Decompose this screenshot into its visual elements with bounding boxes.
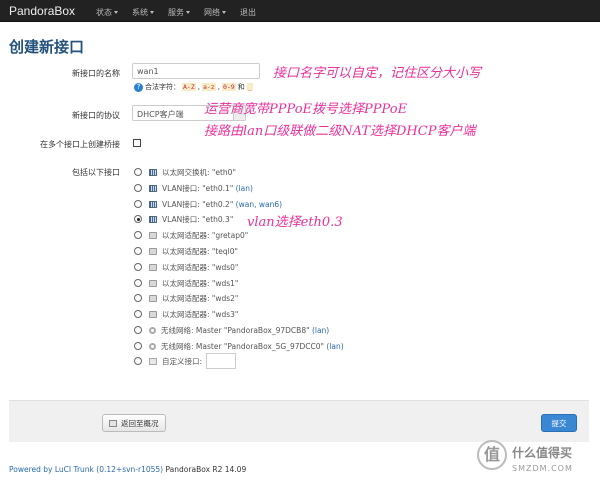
smzdm-logo: 值: [477, 440, 507, 470]
switch-icon: [149, 200, 157, 208]
top-navbar: PandoraBox 状态 系统 服务 网络 退出: [0, 0, 600, 22]
nav-services[interactable]: 服务: [168, 7, 190, 18]
nav-status[interactable]: 状态: [96, 7, 118, 18]
radio-button[interactable]: [134, 200, 142, 208]
interface-option[interactable]: 以太网适配器: "wds3": [134, 308, 238, 320]
switch-icon: [149, 168, 157, 176]
radio-button[interactable]: [134, 184, 142, 192]
interface-option[interactable]: 以太网适配器: "teql0": [134, 245, 238, 257]
ethernet-icon: [149, 279, 157, 287]
brand-logo[interactable]: PandoraBox: [9, 4, 75, 18]
main-nav: 状态 系统 服务 网络 退出: [96, 7, 256, 18]
nav-logout[interactable]: 退出: [240, 7, 256, 18]
interface-option[interactable]: VLAN接口: "eth0.1" (lan): [134, 182, 253, 194]
custom-interface-icon: [149, 357, 157, 365]
help-icon: ?: [134, 82, 143, 92]
ethernet-icon: [149, 294, 157, 302]
ethernet-icon: [149, 247, 157, 255]
annotation-name: 接口名字可以自定，记住区分大小写: [273, 66, 482, 81]
radio-button[interactable]: [134, 263, 142, 271]
interface-option[interactable]: 以太网适配器: "wds2": [134, 292, 238, 304]
ethernet-icon: [149, 310, 157, 318]
interface-option[interactable]: 以太网适配器: "gretap0": [134, 229, 248, 241]
interface-name-input[interactable]: wan1: [132, 63, 260, 79]
interface-option[interactable]: 无线网络: Master "PandoraBox_97DCB8" (lan): [134, 324, 329, 336]
interface-option[interactable]: 无线网络: Master "PandoraBox_5G_97DCC0" (lan…: [134, 340, 344, 352]
radio-button[interactable]: [134, 326, 142, 334]
interface-option[interactable]: 自定义接口:: [134, 353, 237, 369]
watermark: 值 什么值得买 SMZDM.COM: [477, 438, 595, 486]
wifi-icon: [149, 326, 156, 334]
radio-button[interactable]: [134, 279, 142, 287]
radio-button[interactable]: [134, 247, 142, 255]
radio-button-selected[interactable]: [134, 215, 142, 223]
bridge-label: 在多个接口上创建桥接: [40, 140, 120, 149]
footer-credits: Powered by LuCI Trunk (0.12+svn-r1055) P…: [9, 465, 247, 474]
wifi-icon: [149, 342, 156, 350]
back-to-overview-button[interactable]: 返回至概况: [102, 414, 166, 432]
chevron-down-icon: [150, 11, 154, 14]
radio-button[interactable]: [134, 294, 142, 302]
annotation-dhcp: 接路由lan口级联做二级NAT选择DHCP客户端: [204, 124, 476, 139]
custom-interface-input[interactable]: [206, 353, 237, 369]
watermark-title: 什么值得买: [512, 446, 573, 460]
annotation-vlan: vlan选择eth0.3: [247, 215, 343, 230]
radio-button[interactable]: [134, 310, 142, 318]
radio-button[interactable]: [134, 342, 142, 350]
nav-system[interactable]: 系统: [132, 7, 154, 18]
radio-button[interactable]: [134, 231, 142, 239]
interface-option[interactable]: 以太网适配器: "wds0": [134, 261, 238, 273]
watermark-site: SMZDM.COM: [512, 464, 573, 473]
nav-network[interactable]: 网络: [204, 7, 226, 18]
chevron-down-icon: [114, 11, 118, 14]
cover-label: 包括以下接口: [72, 168, 120, 177]
submit-button[interactable]: 提交: [541, 414, 577, 432]
bridge-checkbox[interactable]: [133, 139, 141, 147]
luci-link[interactable]: Powered by LuCI Trunk (0.12+svn-r1055): [9, 465, 163, 474]
interface-option[interactable]: VLAN接口: "eth0.2" (wan, wan6): [134, 198, 282, 210]
ethernet-icon: [149, 231, 157, 239]
name-label: 新接口的名称: [72, 69, 120, 78]
switch-icon: [149, 184, 157, 192]
page-title: 创建新接口: [9, 39, 85, 56]
chevron-down-icon: [186, 11, 190, 14]
protocol-label: 新接口的协议: [72, 111, 120, 120]
name-hint: ? 合法字符： A-Z, a-z, 0-9 和 _: [134, 82, 253, 92]
chevron-down-icon: [222, 11, 226, 14]
ethernet-icon: [149, 263, 157, 271]
annotation-pppoe: 运营商宽带PPPoE拨号选择PPPoE: [204, 102, 408, 117]
interface-option[interactable]: 以太网交换机: "eth0": [134, 166, 236, 178]
interface-option[interactable]: VLAN接口: "eth0.3": [134, 213, 233, 225]
back-icon: [109, 419, 117, 427]
radio-button[interactable]: [134, 357, 142, 365]
switch-icon: [149, 215, 157, 223]
radio-button[interactable]: [134, 168, 142, 176]
interface-option[interactable]: 以太网适配器: "wds1": [134, 277, 238, 289]
action-bar: [9, 400, 589, 442]
